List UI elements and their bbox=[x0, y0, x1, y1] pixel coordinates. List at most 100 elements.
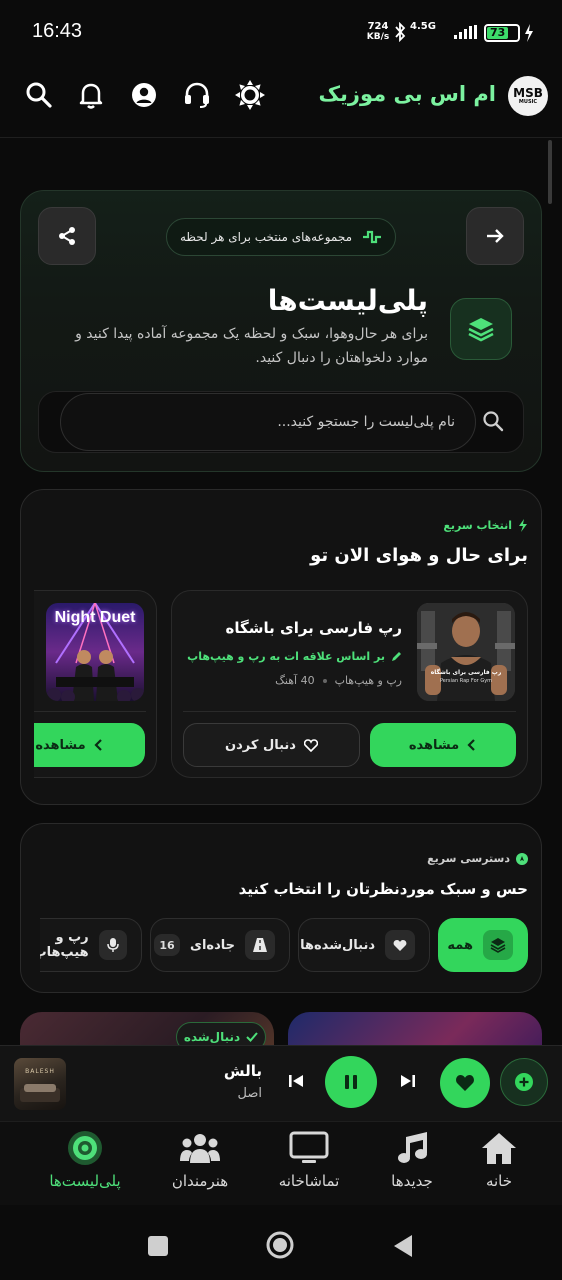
playlist-cover[interactable]: Night Duet bbox=[46, 603, 144, 701]
playlist-reason: بر اساس علاقه ات به رپ و هیپ‌هاپ bbox=[187, 650, 402, 663]
mood-section-title: برای حال و هوای الان تو bbox=[310, 545, 528, 566]
next-track-button[interactable] bbox=[398, 1071, 418, 1091]
net-speed-unit: KB/s bbox=[366, 32, 390, 42]
cover-text: BALESH bbox=[25, 1068, 55, 1075]
home-icon bbox=[480, 1128, 518, 1168]
layers-icon bbox=[483, 930, 513, 960]
now-playing-cover[interactable]: BALESH bbox=[14, 1058, 66, 1110]
recents-button[interactable] bbox=[148, 1236, 168, 1256]
pulse-icon bbox=[363, 230, 382, 244]
nav-item-artists[interactable]: هنرمندان bbox=[150, 1128, 250, 1190]
hero-badge-text: مجموعه‌های منتخب برای هر لحظه bbox=[179, 230, 353, 244]
mic-icon bbox=[98, 930, 127, 960]
logo-sub: MUSIC bbox=[518, 99, 538, 105]
chip-road[interactable]: جاده‌ای 16 bbox=[150, 918, 290, 972]
heart-icon bbox=[385, 930, 415, 960]
chip-rap[interactable]: رپ و هیپ‌هاپ bbox=[40, 918, 142, 972]
square-icon bbox=[148, 1236, 168, 1256]
now-playing-title[interactable]: بالش bbox=[224, 1062, 262, 1080]
status-time: 16:43 bbox=[32, 20, 83, 42]
view-playlist-label: مشاهده bbox=[408, 737, 460, 753]
playlist-cover-title: رپ فارسی برای باشگاه bbox=[430, 669, 502, 676]
app-logo[interactable]: MSB MUSIC bbox=[508, 76, 548, 116]
music-note-icon bbox=[395, 1128, 429, 1168]
nav-item-label: تماشاخانه bbox=[278, 1172, 340, 1190]
bell-icon[interactable] bbox=[74, 78, 108, 112]
chip-all[interactable]: همه bbox=[438, 918, 528, 972]
nav-item-new[interactable]: جدیدها bbox=[362, 1128, 462, 1190]
skip-previous-icon bbox=[289, 1075, 303, 1087]
home-button[interactable] bbox=[266, 1231, 294, 1259]
quick-pick-tag: انتخاب سریع bbox=[443, 519, 528, 532]
quick-pick-tag-text: انتخاب سریع bbox=[443, 519, 512, 532]
users-icon bbox=[179, 1128, 221, 1168]
signal-icon bbox=[454, 25, 478, 39]
playlist-meta: رپ و هیپ‌هاپ 40 آهنگ bbox=[275, 674, 402, 687]
playlist-title[interactable]: رپ فارسی برای باشگاه bbox=[226, 619, 402, 637]
nav-item-home[interactable]: خانه bbox=[449, 1128, 549, 1190]
playlist-search-input[interactable] bbox=[60, 393, 476, 451]
genre-chip-row: همه دنبال‌شده‌ها جاده‌ای 16 رپ و هیپ‌هاپ bbox=[40, 917, 530, 973]
share-icon bbox=[59, 227, 75, 245]
quick-access-tag: دسترسی سریع bbox=[427, 852, 528, 865]
hero-description: برای هر حال‌وهوا، سبک و لحظه یک مجموعه آ… bbox=[75, 326, 428, 366]
card-divider bbox=[34, 711, 146, 712]
forward-arrow-button[interactable] bbox=[466, 207, 524, 265]
playlist-cover[interactable]: رپ فارسی برای باشگاه Persian Rap For Gym bbox=[417, 603, 515, 701]
chip-followed[interactable]: دنبال‌شده‌ها bbox=[298, 918, 430, 972]
header-divider bbox=[0, 137, 562, 138]
followed-badge-label: دنبال‌شده bbox=[183, 1030, 241, 1044]
add-to-playlist-button[interactable] bbox=[500, 1058, 548, 1106]
bluetooth-icon bbox=[394, 22, 406, 42]
playlist-cover-subtitle: Persian Rap For Gym bbox=[439, 678, 493, 684]
search-field-icon bbox=[482, 410, 504, 432]
share-button[interactable] bbox=[38, 207, 96, 265]
pencil-icon bbox=[392, 652, 401, 661]
heart-outline-icon bbox=[303, 738, 318, 752]
card-divider bbox=[183, 711, 516, 712]
nav-item-playlists[interactable]: پلی‌لیست‌ها bbox=[35, 1128, 135, 1190]
chip-all-label: همه bbox=[447, 937, 473, 953]
triangle-back-icon bbox=[394, 1235, 412, 1257]
network-type: 4.5G bbox=[410, 21, 436, 32]
chip-followed-label: دنبال‌شده‌ها bbox=[300, 937, 375, 953]
nav-item-label: هنرمندان bbox=[171, 1172, 229, 1190]
headset-icon[interactable] bbox=[180, 78, 214, 112]
plus-circle-icon bbox=[515, 1073, 533, 1091]
back-button[interactable] bbox=[393, 1234, 413, 1258]
view-playlist-button[interactable]: مشاهده bbox=[34, 723, 145, 767]
nav-item-label: جدیدها bbox=[391, 1172, 433, 1190]
quick-access-tag-text: دسترسی سریع bbox=[427, 852, 510, 865]
view-playlist-button[interactable]: مشاهده bbox=[370, 723, 516, 767]
follow-playlist-label: دنبال کردن bbox=[225, 737, 296, 753]
heart-icon bbox=[456, 1075, 474, 1091]
battery-indicator: 73 bbox=[484, 24, 520, 42]
chevron-left-icon bbox=[94, 739, 102, 751]
nav-item-label: خانه bbox=[485, 1172, 513, 1190]
play-pause-button[interactable] bbox=[325, 1056, 377, 1108]
playlist-cover-title: Night Duet bbox=[54, 609, 136, 626]
chip-road-count: 16 bbox=[154, 934, 181, 956]
nav-item-theater[interactable]: تماشاخانه bbox=[259, 1128, 359, 1190]
bolt-icon bbox=[519, 519, 527, 532]
skip-next-icon bbox=[401, 1075, 415, 1087]
net-speed: 724 KB/s bbox=[364, 22, 392, 43]
layers-icon bbox=[450, 298, 512, 360]
previous-track-button[interactable] bbox=[286, 1071, 306, 1091]
hero-badge: مجموعه‌های منتخب برای هر لحظه bbox=[166, 218, 396, 256]
compass-icon bbox=[516, 852, 528, 865]
search-icon[interactable] bbox=[22, 78, 56, 112]
theme-sun-icon[interactable] bbox=[233, 78, 267, 112]
user-icon[interactable] bbox=[127, 78, 161, 112]
playlist-card-clip: Night Duet مشاهده bbox=[34, 590, 158, 778]
now-playing-artist[interactable]: اصل bbox=[238, 1086, 263, 1101]
pause-icon bbox=[345, 1075, 357, 1089]
chip-rap-label: رپ و هیپ‌هاپ bbox=[40, 930, 89, 960]
playlist-reason-text: بر اساس علاقه ات به رپ و هیپ‌هاپ bbox=[187, 650, 385, 663]
scrollbar[interactable] bbox=[548, 140, 552, 204]
disc-icon bbox=[67, 1128, 103, 1168]
like-button[interactable] bbox=[440, 1058, 490, 1108]
playlist-track-count: 40 آهنگ bbox=[275, 674, 315, 687]
chevron-left-icon bbox=[467, 739, 475, 751]
follow-playlist-button[interactable]: دنبال کردن bbox=[183, 723, 360, 767]
